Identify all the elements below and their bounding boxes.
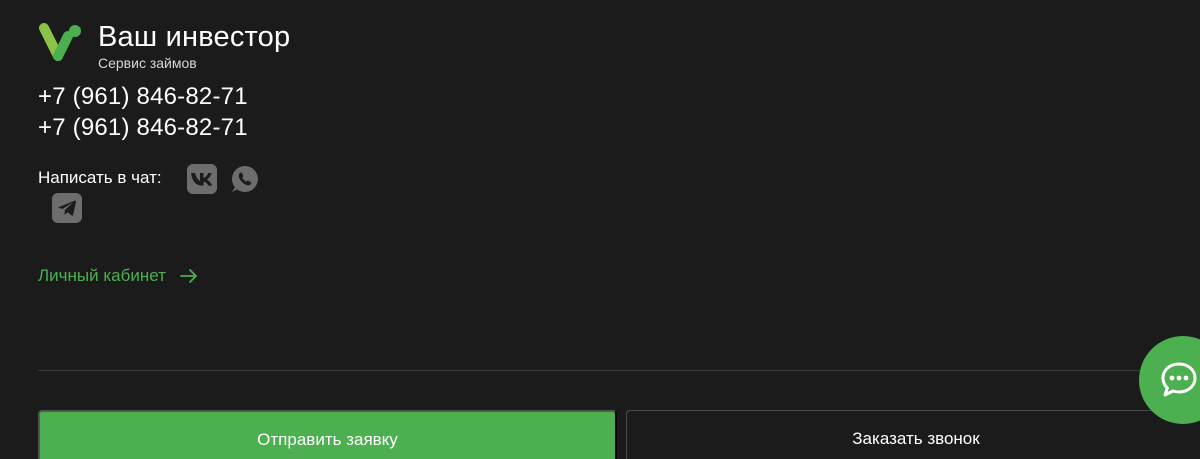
vk-icon[interactable] bbox=[187, 164, 217, 194]
footer-divider bbox=[38, 370, 1160, 371]
phone-link[interactable]: +7 (961) 846-82-71 bbox=[38, 114, 248, 142]
whatsapp-icon[interactable] bbox=[230, 164, 260, 194]
logo-mark-icon bbox=[39, 23, 81, 61]
chat-bubble-icon bbox=[1161, 362, 1197, 397]
submit-application-button[interactable]: Отправить заявку bbox=[38, 410, 617, 459]
arrow-right-icon bbox=[180, 269, 197, 283]
telegram-icon[interactable] bbox=[52, 193, 82, 223]
request-callback-button[interactable]: Заказать звонок bbox=[626, 410, 1200, 459]
brand-text: Ваш инвестор Сервис займов bbox=[98, 21, 290, 71]
personal-account-link[interactable]: Личный кабинет bbox=[38, 266, 198, 286]
brand-logo[interactable]: Ваш инвестор Сервис займов bbox=[38, 21, 290, 71]
personal-account-label: Личный кабинет bbox=[38, 266, 166, 285]
brand-subtitle: Сервис займов bbox=[98, 55, 197, 71]
brand-title: Ваш инвестор bbox=[98, 21, 291, 53]
chat-label: Написать в чат: bbox=[38, 168, 162, 187]
phone-link[interactable]: +7 (961) 846-82-71 bbox=[38, 83, 248, 111]
